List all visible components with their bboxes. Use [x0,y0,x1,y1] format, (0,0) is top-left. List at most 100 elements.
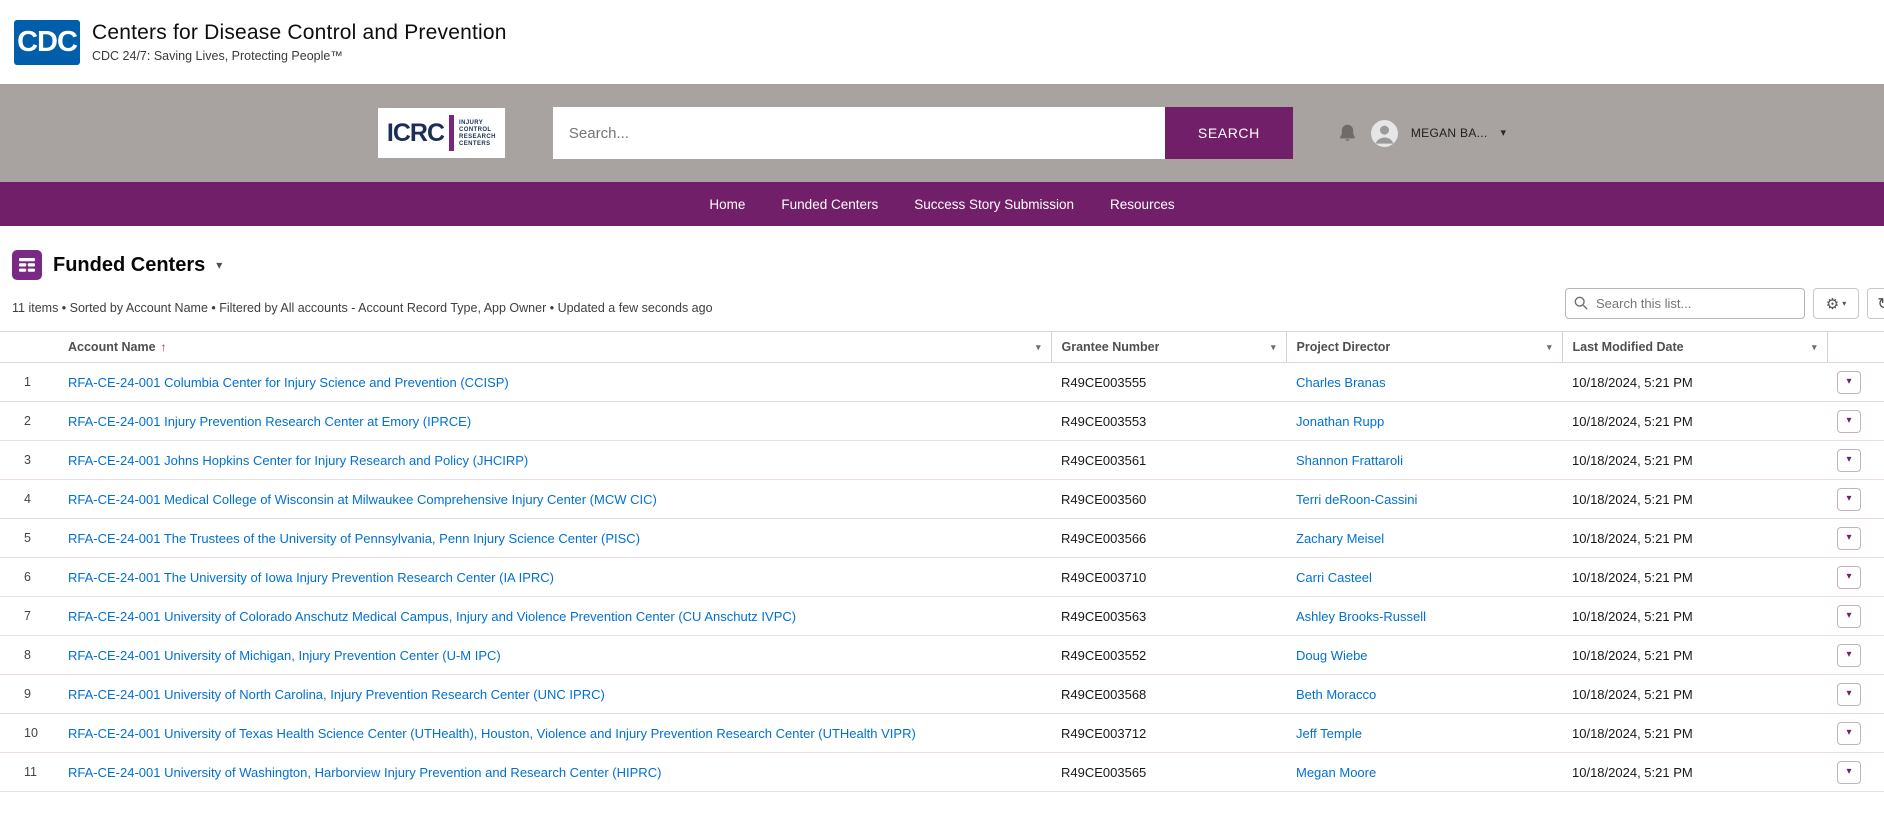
row-number: 2 [0,402,58,441]
table-row: 10 RFA-CE-24-001 University of Texas Hea… [0,714,1884,753]
column-menu-chevron-down-icon[interactable]: ▾ [1271,342,1276,353]
list-refresh-button[interactable]: ↻ [1867,288,1884,319]
column-label: Grantee Number [1062,340,1160,354]
grantee-number-cell: R49CE003712 [1051,714,1286,753]
user-avatar[interactable] [1371,120,1398,147]
row-actions-button[interactable]: ▾ [1837,644,1861,667]
table-row: 2 RFA-CE-24-001 Injury Prevention Resear… [0,402,1884,441]
project-director-link[interactable]: Jonathan Rupp [1296,414,1384,429]
row-actions-button[interactable]: ▾ [1837,488,1861,511]
table-row: 5 RFA-CE-24-001 The Trustees of the Univ… [0,519,1884,558]
column-menu-chevron-down-icon[interactable]: ▾ [1547,342,1552,353]
project-director-link[interactable]: Terri deRoon-Cassini [1296,492,1417,507]
last-modified-cell: 10/18/2024, 5:21 PM [1562,402,1827,441]
cdc-logo: CDC [14,20,80,65]
last-modified-cell: 10/18/2024, 5:21 PM [1562,675,1827,714]
row-actions-column-header [1827,332,1884,363]
global-banner: ICRC INJURY CONTROL RESEARCH CENTERS SEA… [0,84,1884,182]
chevron-down-icon: ▾ [1846,689,1851,699]
row-actions-button[interactable]: ▾ [1837,605,1861,628]
row-actions-button[interactable]: ▾ [1837,410,1861,433]
account-name-link[interactable]: RFA-CE-24-001 University of North Caroli… [68,687,605,702]
project-director-link[interactable]: Charles Branas [1296,375,1386,390]
column-header-grantee-number[interactable]: Grantee Number ▾ [1051,332,1286,363]
gear-icon: ⚙ [1826,295,1839,313]
nav-item-success-story-submission[interactable]: Success Story Submission [914,197,1074,212]
row-actions-button[interactable]: ▾ [1837,683,1861,706]
column-menu-chevron-down-icon[interactable]: ▾ [1036,342,1041,353]
account-name-link[interactable]: RFA-CE-24-001 University of Colorado Ans… [68,609,796,624]
nav-item-home[interactable]: Home [709,197,745,212]
grantee-number-cell: R49CE003568 [1051,675,1286,714]
column-menu-chevron-down-icon[interactable]: ▾ [1812,342,1817,353]
list-view-selector-chevron-down-icon[interactable]: ▾ [216,258,222,272]
table-row: 7 RFA-CE-24-001 University of Colorado A… [0,597,1884,636]
nav-item-funded-centers[interactable]: Funded Centers [781,197,878,212]
list-settings-button[interactable]: ⚙ ▾ [1813,288,1859,319]
last-modified-cell: 10/18/2024, 5:21 PM [1562,558,1827,597]
table-row: 11 RFA-CE-24-001 University of Washingto… [0,753,1884,792]
project-director-link[interactable]: Jeff Temple [1296,726,1362,741]
account-name-link[interactable]: RFA-CE-24-001 Injury Prevention Research… [68,414,471,429]
account-name-link[interactable]: RFA-CE-24-001 Medical College of Wiscons… [68,492,657,507]
account-name-link[interactable]: RFA-CE-24-001 The University of Iowa Inj… [68,570,554,585]
column-header-project-director[interactable]: Project Director ▾ [1286,332,1562,363]
row-actions-button[interactable]: ▾ [1837,527,1861,550]
icrc-logo-text: ICRC [387,119,444,148]
grantee-number-cell: R49CE003566 [1051,519,1286,558]
page-title: Funded Centers [53,254,205,277]
row-actions-button[interactable]: ▾ [1837,761,1861,784]
row-number: 8 [0,636,58,675]
project-director-link[interactable]: Shannon Frattaroli [1296,453,1403,468]
row-number: 10 [0,714,58,753]
project-director-link[interactable]: Carri Casteel [1296,570,1372,585]
account-name-link[interactable]: RFA-CE-24-001 Columbia Center for Injury… [68,375,509,390]
icrc-logo-bar [449,115,454,151]
cdc-header: CDC Centers for Disease Control and Prev… [0,0,1884,84]
notifications-bell-icon[interactable] [1337,123,1358,144]
row-actions-button[interactable]: ▾ [1837,722,1861,745]
list-search-input[interactable] [1565,288,1805,319]
grantee-number-cell: R49CE003561 [1051,441,1286,480]
account-name-link[interactable]: RFA-CE-24-001 University of Washington, … [68,765,661,780]
project-director-link[interactable]: Doug Wiebe [1296,648,1368,663]
column-header-account-name[interactable]: Account Name ↑ ▾ [58,332,1051,363]
account-name-link[interactable]: RFA-CE-24-001 The Trustees of the Univer… [68,531,640,546]
table-row: 4 RFA-CE-24-001 Medical College of Wisco… [0,480,1884,519]
row-number: 4 [0,480,58,519]
project-director-link[interactable]: Megan Moore [1296,765,1376,780]
cdc-title: Centers for Disease Control and Preventi… [92,21,507,45]
row-actions-button[interactable]: ▾ [1837,371,1861,394]
chevron-down-icon: ▾ [1846,572,1851,582]
row-actions-button[interactable]: ▾ [1837,449,1861,472]
global-search-button[interactable]: SEARCH [1165,107,1293,159]
last-modified-cell: 10/18/2024, 5:21 PM [1562,597,1827,636]
gear-chevron-down-icon: ▾ [1842,299,1846,308]
row-number: 7 [0,597,58,636]
cdc-tagline: CDC 24/7: Saving Lives, Protecting Peopl… [92,49,507,63]
account-name-link[interactable]: RFA-CE-24-001 University of Michigan, In… [68,648,501,663]
list-meta-text: 11 items • Sorted by Account Name • Filt… [12,301,713,319]
funded-centers-table-body: 1 RFA-CE-24-001 Columbia Center for Inju… [0,363,1884,792]
project-director-link[interactable]: Beth Moracco [1296,687,1376,702]
last-modified-cell: 10/18/2024, 5:21 PM [1562,636,1827,675]
account-name-link[interactable]: RFA-CE-24-001 University of Texas Health… [68,726,916,741]
row-actions-button[interactable]: ▾ [1837,566,1861,589]
last-modified-cell: 10/18/2024, 5:21 PM [1562,519,1827,558]
project-director-link[interactable]: Ashley Brooks-Russell [1296,609,1426,624]
project-director-link[interactable]: Zachary Meisel [1296,531,1384,546]
account-name-link[interactable]: RFA-CE-24-001 Johns Hopkins Center for I… [68,453,528,468]
grantee-number-cell: R49CE003710 [1051,558,1286,597]
user-name[interactable]: MEGAN BA... [1411,126,1488,140]
row-number: 9 [0,675,58,714]
column-header-last-modified-date[interactable]: Last Modified Date ▾ [1562,332,1827,363]
global-search-input[interactable] [553,107,1165,159]
grantee-number-cell: R49CE003555 [1051,363,1286,402]
nav-item-resources[interactable]: Resources [1110,197,1175,212]
user-menu-chevron-down-icon[interactable]: ▾ [1501,128,1507,139]
table-row: 3 RFA-CE-24-001 Johns Hopkins Center for… [0,441,1884,480]
search-icon [1574,296,1588,310]
chevron-down-icon: ▾ [1846,650,1851,660]
sort-ascending-icon: ↑ [161,340,167,354]
row-number-column-header [0,332,58,363]
